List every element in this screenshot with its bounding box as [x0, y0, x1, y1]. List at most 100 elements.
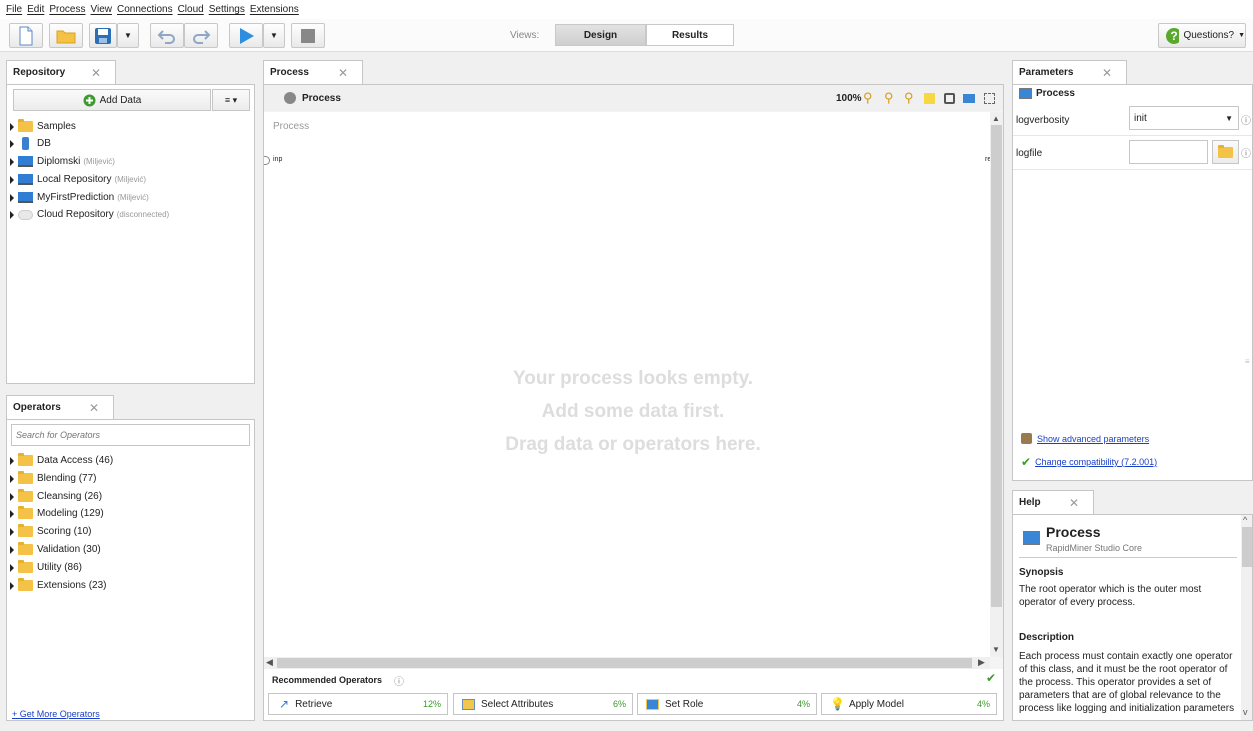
save-button[interactable] — [89, 23, 117, 48]
tab-repository-label: Repository — [13, 67, 66, 78]
repo-item-local-repository[interactable]: Local Repository (Miljević) — [10, 171, 146, 188]
expand-arrow-icon[interactable] — [10, 210, 14, 219]
expand-arrow-icon[interactable] — [10, 563, 14, 572]
expand-arrow-icon[interactable] — [10, 157, 14, 166]
scroll-up-icon[interactable]: ^ — [1243, 515, 1247, 525]
tab-operators[interactable]: Operators ✕ — [6, 395, 114, 419]
operator-group-blending[interactable]: Blending (77) — [10, 470, 96, 487]
logverbosity-select[interactable]: init ▼ — [1129, 106, 1239, 130]
recommended-apply-model-button[interactable]: 💡 Apply Model 4% — [821, 693, 997, 715]
recommended-select-attributes-button[interactable]: Select Attributes 6% — [453, 693, 633, 715]
close-icon[interactable]: ✕ — [1069, 496, 1079, 510]
change-compatibility-row: ✔ Change compatibility (7.2.001) — [1021, 455, 1157, 469]
scroll-left-icon[interactable]: ◀ — [266, 657, 273, 668]
close-icon[interactable]: ✕ — [91, 66, 101, 80]
vertical-scroll-thumb[interactable] — [991, 125, 1002, 607]
resize-handle-icon[interactable]: ≡ — [1245, 357, 1250, 366]
expand-arrow-icon[interactable] — [10, 175, 14, 184]
tab-help[interactable]: Help ✕ — [1012, 490, 1094, 514]
menu-process[interactable]: Process — [49, 4, 85, 15]
menu-connections[interactable]: Connections — [117, 4, 173, 15]
recommended-set-role-button[interactable]: Set Role 4% — [637, 693, 817, 715]
questions-button[interactable]: ? Questions? ▼ — [1158, 23, 1246, 48]
save-dropdown-button[interactable]: ▼ — [117, 23, 139, 48]
stop-button[interactable] — [291, 23, 325, 48]
close-icon[interactable]: ✕ — [1102, 66, 1112, 80]
recommended-retrieve-button[interactable]: ↗ Retrieve 12% — [268, 693, 448, 715]
operator-group-utility[interactable]: Utility (86) — [10, 559, 82, 576]
expand-arrow-icon[interactable] — [10, 122, 14, 131]
operator-group-validation[interactable]: Validation (30) — [10, 541, 101, 558]
repo-item-diplomski[interactable]: Diplomski (Miljević) — [10, 153, 115, 170]
new-process-button[interactable] — [9, 23, 43, 48]
close-icon[interactable]: ✕ — [89, 401, 99, 415]
close-icon[interactable]: ✕ — [338, 66, 348, 80]
scroll-right-icon[interactable]: ▶ — [978, 657, 985, 668]
expand-arrow-icon[interactable] — [10, 456, 14, 465]
scroll-up-icon[interactable]: ▲ — [992, 114, 1000, 123]
scroll-down-icon[interactable]: v — [1243, 707, 1248, 717]
results-view-button[interactable]: Results — [646, 24, 734, 46]
tab-repository[interactable]: Repository ✕ — [6, 60, 116, 84]
repo-item-cloud-repository[interactable]: Cloud Repository (disconnected) — [10, 206, 169, 223]
add-note-icon[interactable] — [924, 92, 935, 104]
help-scrollbar[interactable]: ^ v — [1241, 515, 1252, 720]
logfile-input[interactable] — [1129, 140, 1208, 164]
menu-file[interactable]: File — [6, 4, 22, 15]
expand-arrow-icon[interactable] — [10, 139, 14, 148]
add-data-button[interactable]: Add Data — [13, 89, 211, 111]
info-icon[interactable]: ⓘ — [1241, 112, 1251, 127]
help-scroll-thumb[interactable] — [1242, 527, 1252, 567]
auto-wire-icon[interactable] — [944, 92, 955, 104]
fit-view-icon[interactable] — [984, 92, 995, 104]
tab-process[interactable]: Process ✕ — [263, 60, 363, 84]
menu-edit[interactable]: Edit — [27, 4, 44, 15]
zoom-reset-icon[interactable]: ⚲ — [884, 90, 894, 106]
expand-arrow-icon[interactable] — [10, 492, 14, 501]
zoom-in-icon[interactable]: ⚲ — [863, 90, 873, 106]
zoom-out-icon[interactable]: ⚲ — [904, 90, 914, 106]
expand-arrow-icon[interactable] — [10, 193, 14, 202]
operator-group-modeling[interactable]: Modeling (129) — [10, 505, 104, 522]
collapse-check-icon[interactable]: ✔ — [986, 671, 996, 685]
info-icon[interactable]: ⓘ — [1241, 145, 1251, 160]
expand-arrow-icon[interactable] — [10, 509, 14, 518]
redo-button[interactable] — [184, 23, 218, 48]
operator-group-extensions[interactable]: Extensions (23) — [10, 577, 106, 594]
divider — [1019, 557, 1237, 558]
menu-cloud[interactable]: Cloud — [178, 4, 204, 15]
repo-item-db[interactable]: DB — [10, 135, 51, 152]
menu-settings[interactable]: Settings — [209, 4, 245, 15]
design-view-button[interactable]: Design — [555, 24, 646, 46]
horizontal-scrollbar[interactable]: ◀ ▶ — [264, 657, 990, 669]
background-image-icon[interactable] — [963, 93, 975, 103]
logfile-browse-button[interactable] — [1212, 140, 1239, 164]
tab-parameters[interactable]: Parameters ✕ — [1012, 60, 1127, 84]
undo-button[interactable] — [150, 23, 184, 48]
repo-item-myfirstprediction[interactable]: MyFirstPrediction (Miljević) — [10, 189, 149, 206]
input-port-icon[interactable] — [264, 156, 270, 165]
operators-search-input[interactable] — [11, 424, 250, 446]
expand-arrow-icon[interactable] — [10, 527, 14, 536]
run-dropdown-button[interactable]: ▼ — [263, 23, 285, 48]
run-button[interactable] — [229, 23, 263, 48]
scroll-down-icon[interactable]: ▼ — [992, 645, 1000, 654]
expand-arrow-icon[interactable] — [10, 581, 14, 590]
stop-icon — [301, 28, 315, 43]
horizontal-scroll-thumb[interactable] — [277, 658, 972, 668]
operator-group-cleansing[interactable]: Cleansing (26) — [10, 488, 102, 505]
operator-group-scoring[interactable]: Scoring (10) — [10, 523, 91, 540]
menu-view[interactable]: View — [90, 4, 112, 15]
repository-menu-button[interactable]: ≡ ▾ — [212, 89, 250, 111]
menu-extensions[interactable]: Extensions — [250, 4, 299, 15]
expand-arrow-icon[interactable] — [10, 545, 14, 554]
expand-arrow-icon[interactable] — [10, 474, 14, 483]
get-more-operators-link[interactable]: + Get More Operators — [12, 709, 100, 719]
show-advanced-parameters-link[interactable]: Show advanced parameters — [1037, 434, 1149, 444]
change-compatibility-link[interactable]: Change compatibility (7.2.001) — [1035, 457, 1157, 467]
operator-group-data-access[interactable]: Data Access (46) — [10, 452, 113, 469]
repo-item-samples[interactable]: Samples — [10, 118, 76, 135]
info-icon[interactable]: ⓘ — [394, 673, 404, 688]
empty-message-line: Your process looks empty. — [512, 368, 754, 389]
open-process-button[interactable] — [49, 23, 83, 48]
